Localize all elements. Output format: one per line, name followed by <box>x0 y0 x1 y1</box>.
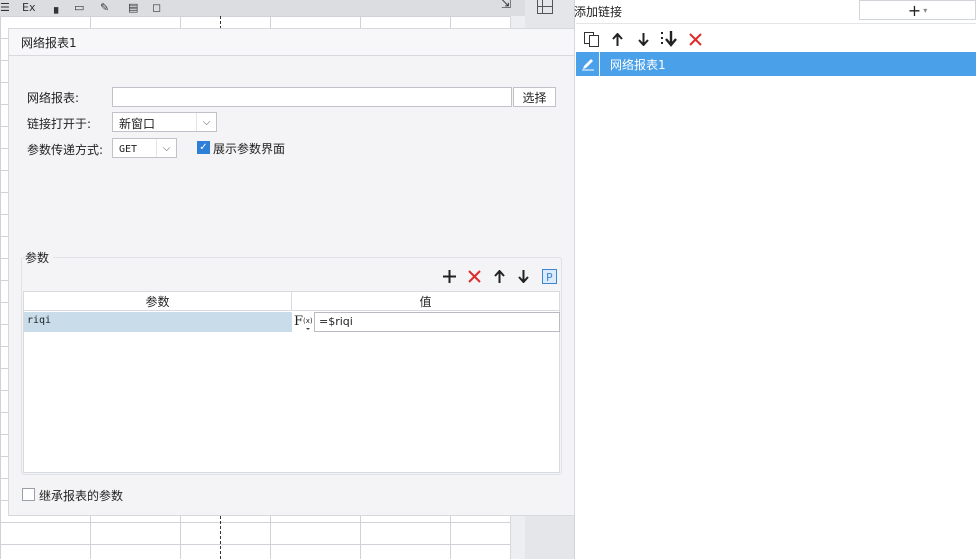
move-down-icon[interactable] <box>634 30 652 48</box>
move-bottom-icon[interactable] <box>660 30 678 48</box>
params-table-header: 参数 值 <box>24 292 559 311</box>
params-group-title: 参数 <box>25 249 54 266</box>
svg-text:(x): (x) <box>303 317 313 325</box>
link-list-item[interactable]: 网络报表1 <box>576 52 976 76</box>
delete-link-icon[interactable] <box>686 30 704 48</box>
add-link-dropdown[interactable]: + ▾ <box>859 0 976 20</box>
params-table: 参数 值 riqi F (x) =$riqi <box>23 291 560 473</box>
link-item-label: 网络报表1 <box>610 58 666 72</box>
add-param-icon[interactable] <box>440 267 458 285</box>
move-up-icon[interactable] <box>608 30 626 48</box>
chart-icon: ▖ <box>54 1 63 14</box>
show-params-checkbox[interactable]: ✓ <box>197 141 210 154</box>
inherit-params-checkbox[interactable] <box>22 488 35 501</box>
chevron-down-icon[interactable]: ⌵ <box>196 113 216 131</box>
show-params-label: 展示参数界面 <box>213 142 286 156</box>
table-row[interactable]: riqi F (x) =$riqi <box>24 312 561 332</box>
background-toolbar: ☰ Ex ▖ ▭ ✎ ▤ ◻ <box>0 0 525 16</box>
svg-text:P: P <box>546 271 553 284</box>
open-in-select[interactable]: 新窗口 ⌵ <box>112 112 217 132</box>
align-icon: ☰ <box>0 1 10 14</box>
panel-title: 添加链接 <box>574 5 623 19</box>
chevron-down-icon[interactable]: ⌵ <box>156 139 176 157</box>
report-input[interactable] <box>112 87 512 107</box>
method-value: GET <box>119 144 138 155</box>
col-value-header: 值 <box>419 294 432 309</box>
delete-param-icon[interactable] <box>465 267 483 285</box>
open-in-value: 新窗口 <box>119 117 156 131</box>
hyperlink-dialog: 网络报表1 网络报表: 选择 链接打开于: 新窗口 ⌵ 参数传递方式: GET … <box>8 28 575 516</box>
param-name-cell[interactable]: riqi <box>24 312 292 332</box>
report-label: 网络报表: <box>27 91 80 105</box>
pin-icon[interactable]: ⇲ <box>501 0 511 11</box>
cell-grid-icon[interactable] <box>537 0 553 14</box>
method-label: 参数传递方式: <box>27 143 104 157</box>
page-icon: ▤ <box>128 1 139 14</box>
move-up-icon[interactable] <box>490 267 508 285</box>
panel-header: 添加链接 + ▾ <box>574 0 976 24</box>
hyperlink-panel: 添加链接 + ▾ 网络报表1 <box>574 0 976 559</box>
formula-fx-icon[interactable]: F (x) <box>292 312 314 332</box>
chevron-down-icon: ▾ <box>923 5 928 15</box>
method-select[interactable]: GET ⌵ <box>112 138 177 158</box>
svg-text:F: F <box>294 314 303 329</box>
col-param-header: 参数 <box>24 292 292 310</box>
select-button[interactable]: 选择 <box>513 87 556 107</box>
panel-toolbar <box>576 26 976 51</box>
frame-icon: ◻ <box>152 1 162 14</box>
dialog-title: 网络报表1 <box>9 29 574 56</box>
pencil-icon[interactable] <box>576 52 600 76</box>
param-value-cell[interactable]: =$riqi <box>314 312 560 332</box>
image-icon: ▭ <box>74 1 85 14</box>
open-in-label: 链接打开于: <box>27 117 92 131</box>
copy-icon[interactable] <box>582 30 600 48</box>
inherit-params-label: 继承报表的参数 <box>39 489 124 503</box>
toolbar-text-ex: Ex <box>22 1 36 14</box>
add-link-label: + <box>907 0 922 20</box>
brush-icon: ✎ <box>100 1 110 14</box>
move-down-icon[interactable] <box>514 267 532 285</box>
param-p-icon[interactable]: P <box>540 267 558 285</box>
